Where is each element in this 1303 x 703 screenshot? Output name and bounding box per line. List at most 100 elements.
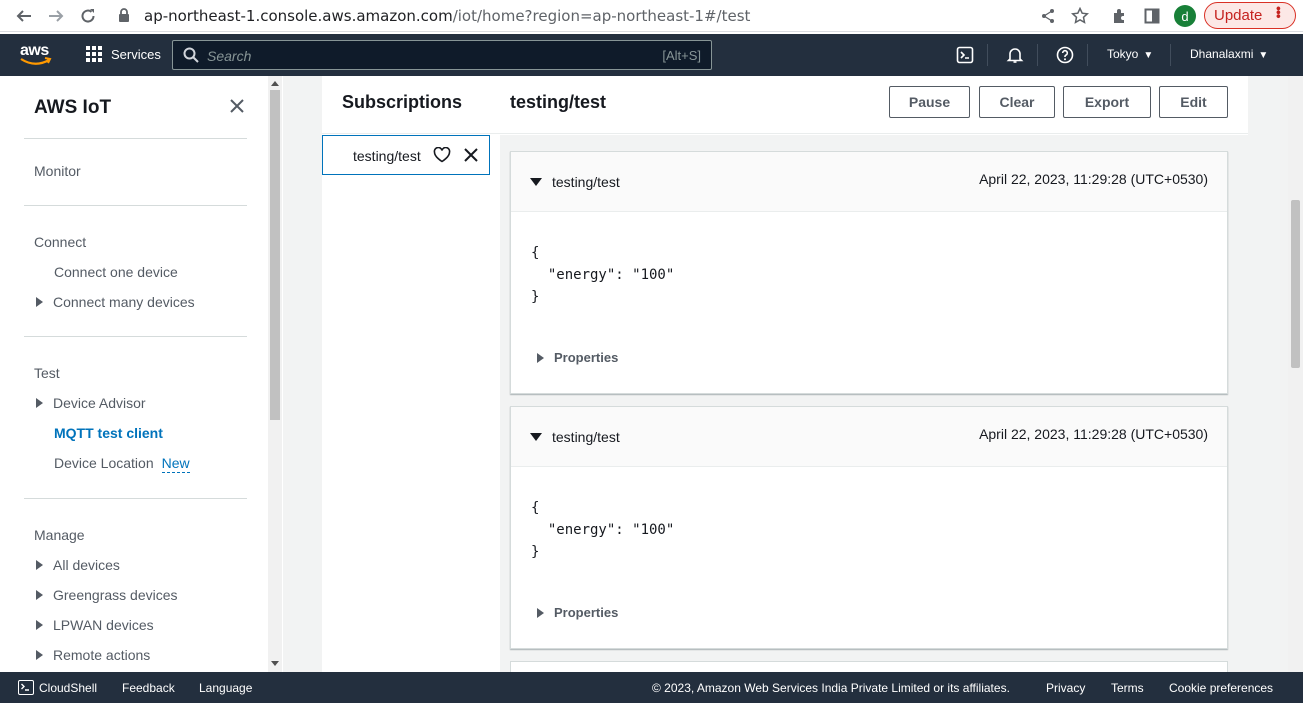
topic-heading: testing/test (510, 92, 607, 112)
url-path: /iot/home?region=ap-northeast-1#/test (452, 7, 751, 25)
services-menu[interactable]: Services (86, 46, 161, 62)
region-label: Tokyo (1107, 47, 1139, 61)
collapse-caret-icon[interactable] (530, 433, 542, 441)
message-topic: testing/test (552, 429, 620, 445)
expand-triangle-icon (537, 607, 544, 618)
payload-line: { (531, 500, 540, 516)
message-topic: testing/test (552, 174, 620, 190)
sidebar-scrollbar[interactable] (268, 76, 282, 672)
back-icon[interactable] (12, 4, 36, 28)
help-icon[interactable] (1055, 45, 1075, 65)
nav-divider (1170, 44, 1171, 66)
profile-avatar[interactable]: d (1174, 5, 1196, 27)
account-menu[interactable]: Dhanalaxmi ▼ (1190, 47, 1268, 61)
sidebar-item-label: Device Advisor (53, 395, 146, 411)
browser-toolbar: ap-northeast-1.console.aws.amazon.com/io… (0, 0, 1303, 32)
language-link[interactable]: Language (199, 681, 252, 695)
sidebar-item-connect-many-devices[interactable]: Connect many devices (36, 294, 195, 310)
scrollbar-thumb[interactable] (1291, 200, 1300, 368)
reload-icon[interactable] (76, 4, 100, 28)
lock-icon[interactable] (118, 7, 132, 25)
more-menu-icon: ••• (1271, 6, 1287, 18)
collapse-caret-icon[interactable] (530, 178, 542, 186)
expand-triangle-icon (36, 297, 43, 307)
side-navigation: AWS IoT Monitor Connect Connect one devi… (0, 76, 268, 672)
account-name: Dhanalaxmi (1190, 47, 1254, 61)
cloudshell-icon[interactable] (955, 45, 975, 65)
search-icon (183, 47, 199, 63)
scroll-down-arrow-icon[interactable] (271, 661, 279, 666)
sidebar-item-remote-actions[interactable]: Remote actions (36, 647, 150, 663)
export-button[interactable]: Export (1063, 86, 1151, 118)
sidebar-item-device-location[interactable]: Device Location New (54, 455, 190, 473)
share-icon[interactable] (1036, 4, 1060, 28)
sidebar-item-device-advisor[interactable]: Device Advisor (36, 395, 146, 411)
message-card: testing/test April 22, 2023, 11:29:28 (U… (510, 406, 1228, 649)
expand-triangle-icon (537, 352, 544, 363)
side-panel-icon[interactable] (1140, 4, 1164, 28)
payload-line: { (531, 245, 540, 261)
update-button[interactable]: Update ••• (1204, 2, 1296, 29)
properties-label: Properties (554, 605, 619, 620)
divider (24, 498, 247, 499)
expand-triangle-icon (36, 398, 43, 408)
message-card: testing/test April 22, 2023, 11:29:28 (U… (510, 151, 1228, 394)
subscription-topic: testing/test (353, 148, 421, 164)
message-card-header[interactable]: testing/test April 22, 2023, 11:29:28 (U… (511, 407, 1227, 467)
divider (24, 205, 247, 206)
divider (24, 336, 247, 337)
aws-logo[interactable]: aws (20, 42, 52, 68)
new-badge: New (161, 455, 190, 473)
cookie-preferences-link[interactable]: Cookie preferences (1169, 681, 1273, 695)
copyright-text: © 2023, Amazon Web Services India Privat… (652, 681, 1010, 695)
aws-footer: CloudShell Feedback Language © 2023, Ama… (0, 672, 1303, 703)
message-payload: { "energy": "100" } (531, 242, 674, 308)
privacy-link[interactable]: Privacy (1046, 681, 1085, 695)
services-grid-icon (86, 46, 102, 62)
forward-icon[interactable] (44, 4, 68, 28)
message-card-partial (510, 661, 1228, 672)
properties-toggle[interactable]: Properties (537, 350, 618, 365)
terms-link[interactable]: Terms (1111, 681, 1144, 695)
expand-triangle-icon (36, 620, 43, 630)
subscriptions-heading: Subscriptions (342, 92, 463, 112)
services-label: Services (111, 46, 161, 62)
clear-button[interactable]: Clear (979, 86, 1055, 118)
region-selector[interactable]: Tokyo ▼ (1107, 47, 1153, 61)
sidebar-item-lpwan-devices[interactable]: LPWAN devices (36, 617, 154, 633)
pause-button[interactable]: Pause (889, 86, 970, 118)
edit-button[interactable]: Edit (1159, 86, 1228, 118)
bookmark-star-icon[interactable] (1068, 4, 1092, 28)
nav-divider (1087, 44, 1088, 66)
search-input[interactable]: Search [Alt+S] (172, 40, 712, 70)
aws-top-navigation: aws Services Search [Alt+S] Tokyo ▼ Dhana… (0, 34, 1303, 76)
close-icon[interactable] (228, 97, 246, 115)
payload-line: } (531, 289, 540, 305)
search-placeholder: Search (207, 48, 252, 64)
sidebar-item-label: LPWAN devices (53, 617, 154, 633)
notifications-bell-icon[interactable] (1005, 45, 1025, 65)
sidebar-item-greengrass-devices[interactable]: Greengrass devices (36, 587, 178, 603)
sidebar-item-connect-one-device[interactable]: Connect one device (54, 264, 178, 280)
sidebar-item-label: Connect many devices (53, 294, 195, 310)
extensions-icon[interactable] (1108, 4, 1132, 28)
properties-toggle[interactable]: Properties (537, 605, 618, 620)
sidebar-item-all-devices[interactable]: All devices (36, 557, 120, 573)
favorite-heart-icon[interactable] (433, 147, 451, 163)
remove-subscription-icon[interactable] (463, 147, 479, 163)
feedback-link[interactable]: Feedback (122, 681, 175, 695)
nav-section-monitor[interactable]: Monitor (34, 163, 81, 179)
main-scrollbar[interactable] (1288, 76, 1303, 672)
nav-section-manage: Manage (34, 527, 85, 543)
scroll-up-arrow-icon[interactable] (271, 81, 279, 86)
address-bar[interactable]: ap-northeast-1.console.aws.amazon.com/io… (144, 7, 750, 25)
update-label: Update (1214, 7, 1263, 24)
cloudshell-icon[interactable] (18, 680, 34, 695)
subscription-item[interactable]: testing/test (322, 135, 490, 175)
properties-label: Properties (554, 350, 619, 365)
search-shortcut-hint: [Alt+S] (662, 48, 701, 63)
sidebar-item-mqtt-test-client[interactable]: MQTT test client (54, 425, 163, 441)
cloudshell-link[interactable]: CloudShell (39, 681, 97, 695)
message-card-header[interactable]: testing/test April 22, 2023, 11:29:28 (U… (511, 152, 1227, 212)
scrollbar-thumb[interactable] (270, 90, 280, 420)
